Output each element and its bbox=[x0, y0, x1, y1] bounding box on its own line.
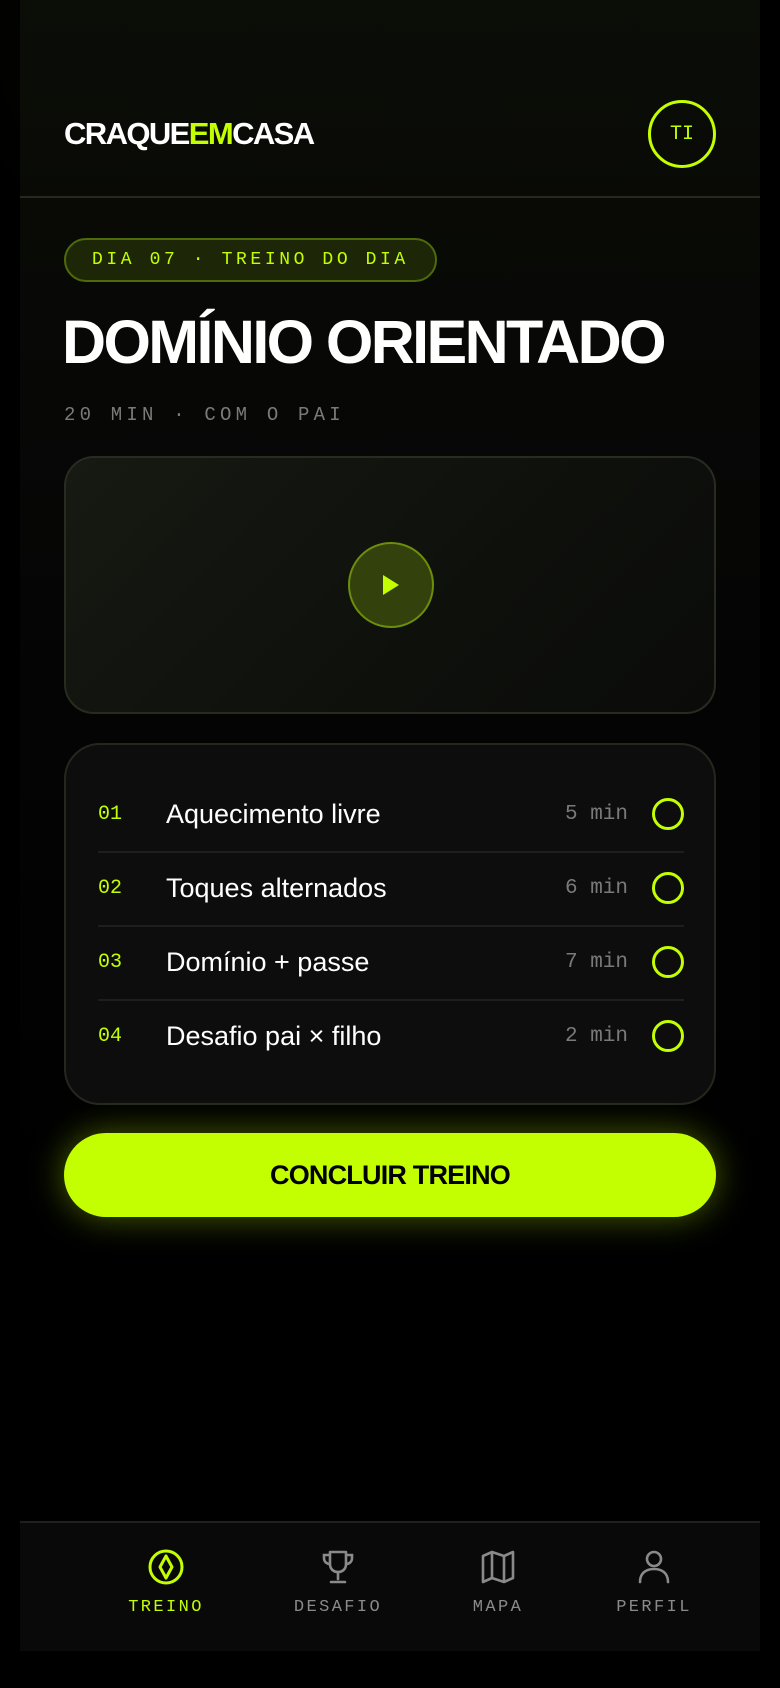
play-button[interactable] bbox=[348, 542, 434, 628]
drill-checkbox[interactable] bbox=[652, 946, 684, 978]
logo-text-casa: CASA bbox=[232, 116, 315, 151]
drill-list: 01 Aquecimento livre 5 min 02 Toques alt… bbox=[64, 743, 716, 1105]
logo-text-craque: CRAQUE bbox=[64, 116, 190, 151]
bottom-nav: TREINO DESAFIO MAPA PERFIL bbox=[20, 1521, 760, 1651]
complete-training-button[interactable]: CONCLUIR TREINO bbox=[64, 1133, 716, 1217]
day-badge: DIA 07 · TREINO DO DIA bbox=[64, 238, 437, 282]
brand-logo: CRAQUEEMCASA bbox=[64, 114, 315, 154]
app-header: CRAQUEEMCASA TI bbox=[20, 0, 760, 198]
user-icon bbox=[638, 1550, 670, 1584]
drill-checkbox[interactable] bbox=[652, 1020, 684, 1052]
ball-diamond-icon bbox=[148, 1549, 184, 1585]
drill-number: 03 bbox=[98, 950, 123, 974]
session-meta: 20 MIN · COM O PAI bbox=[64, 404, 345, 426]
app-screen: CRAQUEEMCASA TI DIA 07 · TREINO DO DIA D… bbox=[20, 0, 760, 1651]
nav-label: DESAFIO bbox=[293, 1598, 383, 1617]
drill-number: 02 bbox=[98, 876, 123, 900]
nav-item-desafio[interactable]: DESAFIO bbox=[268, 1523, 408, 1651]
list-item: 04 Desafio pai × filho 2 min bbox=[98, 999, 684, 1073]
drill-checkbox[interactable] bbox=[652, 872, 684, 904]
drill-duration: 5 min bbox=[564, 802, 628, 826]
avatar[interactable]: TI bbox=[648, 100, 716, 168]
nav-item-treino[interactable]: TREINO bbox=[96, 1523, 236, 1651]
nav-label: TREINO bbox=[128, 1598, 204, 1617]
nav-label: MAPA bbox=[472, 1598, 524, 1617]
map-icon bbox=[481, 1550, 515, 1584]
list-item: 01 Aquecimento livre 5 min bbox=[98, 777, 684, 853]
drill-duration: 6 min bbox=[564, 876, 628, 900]
drill-checkbox[interactable] bbox=[652, 798, 684, 830]
drill-duration: 2 min bbox=[564, 1024, 628, 1048]
drill-number: 04 bbox=[98, 1024, 123, 1048]
drill-name: Desafio pai × filho bbox=[166, 1020, 382, 1051]
page-title: DOMÍNIO ORIENTADO bbox=[62, 308, 667, 376]
drill-number: 01 bbox=[98, 802, 123, 826]
nav-item-perfil[interactable]: PERFIL bbox=[584, 1523, 724, 1651]
drill-name: Toques alternados bbox=[166, 872, 387, 903]
logo-text-em: EM bbox=[188, 116, 234, 151]
nav-label: PERFIL bbox=[616, 1598, 692, 1617]
drill-duration: 7 min bbox=[564, 950, 628, 974]
drill-name: Domínio + passe bbox=[166, 946, 370, 977]
play-icon bbox=[383, 575, 399, 595]
nav-item-mapa[interactable]: MAPA bbox=[428, 1523, 568, 1651]
drill-name: Aquecimento livre bbox=[166, 798, 381, 829]
list-item: 02 Toques alternados 6 min bbox=[98, 851, 684, 927]
video-player[interactable] bbox=[64, 456, 716, 714]
list-item: 03 Domínio + passe 7 min bbox=[98, 925, 684, 1001]
trophy-icon bbox=[322, 1550, 354, 1584]
